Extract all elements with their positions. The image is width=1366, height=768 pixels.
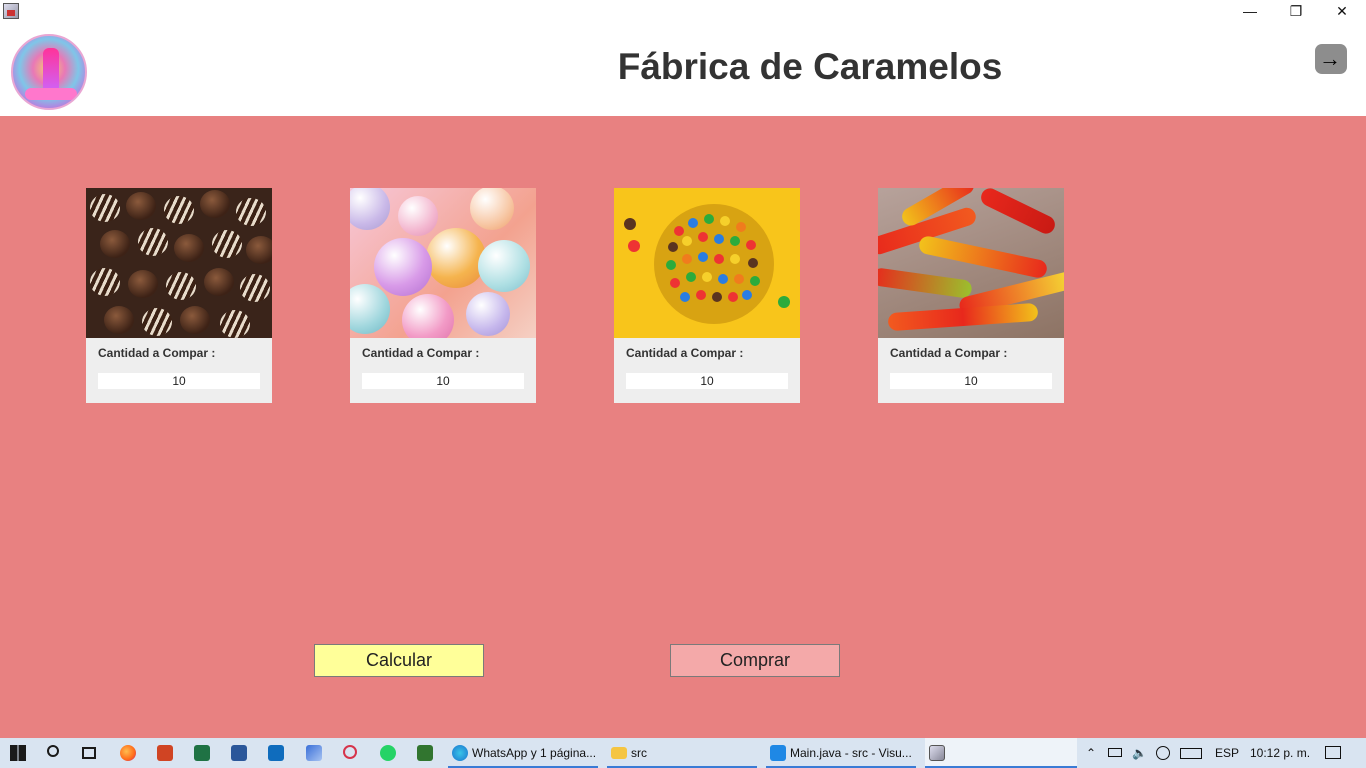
- powerpoint-icon[interactable]: [157, 745, 173, 761]
- quantity-label: Cantidad a Compar :: [362, 346, 480, 360]
- candy-bowl: [654, 204, 774, 324]
- task-vscode[interactable]: Main.java - src - Visu...: [766, 738, 916, 768]
- battery-icon[interactable]: [1108, 748, 1122, 757]
- windows-start-icon[interactable]: [10, 745, 26, 761]
- task-view-icon[interactable]: [82, 747, 96, 759]
- java-app-icon: [3, 3, 19, 19]
- keyboard-icon[interactable]: [1180, 748, 1202, 759]
- close-button[interactable]: ✕: [1319, 0, 1365, 22]
- java-app-icon: [929, 745, 945, 761]
- excel-icon[interactable]: [194, 745, 210, 761]
- notification-icon[interactable]: [1325, 746, 1341, 759]
- product-card-candy-balls: Cantidad a Compar :: [350, 188, 536, 403]
- system-tray: ⌃ 🔈 ESP 10:12 p. m.: [1080, 738, 1366, 768]
- word-icon[interactable]: [231, 745, 247, 761]
- task-label: WhatsApp y 1 página...: [472, 746, 597, 760]
- clock[interactable]: 10:12 p. m.: [1250, 738, 1310, 768]
- network-globe-icon[interactable]: [1156, 746, 1170, 760]
- gummy-worms-image: [878, 188, 1064, 338]
- product-card-gummies: Cantidad a Compar :: [878, 188, 1064, 403]
- quantity-label: Cantidad a Compar :: [890, 346, 1008, 360]
- candy-logo: [11, 34, 87, 110]
- quantity-input-gummies[interactable]: [890, 373, 1052, 389]
- search-icon[interactable]: [47, 745, 59, 757]
- app-window: — ❐ ✕ Fábrica de Caramelos → Cantidad a …: [0, 0, 1366, 738]
- chocolate-image: [86, 188, 272, 338]
- candy-balls-image: [350, 188, 536, 338]
- task-folder-src[interactable]: src: [607, 738, 757, 768]
- quantity-label: Cantidad a Compar :: [98, 346, 216, 360]
- page-title: Fábrica de Caramelos: [617, 46, 1003, 87]
- minimize-button[interactable]: —: [1227, 0, 1273, 22]
- product-card-chocolates: Cantidad a Compar :: [86, 188, 272, 403]
- task-java-app[interactable]: [925, 738, 1077, 768]
- whatsapp-icon[interactable]: [380, 745, 396, 761]
- quantity-input-chocolates[interactable]: [98, 373, 260, 389]
- taskbar: WhatsApp y 1 página... src Main.java - s…: [0, 738, 1366, 768]
- task-label: src: [631, 746, 647, 760]
- app-swirl-icon[interactable]: [343, 745, 357, 759]
- quantity-label: Cantidad a Compar :: [626, 346, 744, 360]
- chevron-up-icon[interactable]: ⌃: [1086, 738, 1096, 768]
- firefox-icon[interactable]: [120, 745, 136, 761]
- header: Fábrica de Caramelos →: [0, 22, 1366, 116]
- arrow-right-icon: →: [1319, 46, 1341, 71]
- quantity-input-candy-balls[interactable]: [362, 373, 524, 389]
- logout-button[interactable]: →: [1315, 44, 1347, 74]
- task-whatsapp[interactable]: WhatsApp y 1 página...: [448, 738, 598, 768]
- mms-image: [614, 188, 800, 338]
- language-indicator[interactable]: ESP: [1215, 738, 1239, 768]
- edge-icon: [452, 745, 468, 761]
- folder-icon: [611, 747, 627, 759]
- quantity-input-mms[interactable]: [626, 373, 788, 389]
- title-bar: — ❐ ✕: [0, 0, 1366, 22]
- calculate-button[interactable]: Calcular: [314, 644, 484, 677]
- outlook-icon[interactable]: [268, 745, 284, 761]
- task-label: Main.java - src - Visu...: [790, 746, 912, 760]
- maximize-button[interactable]: ❐: [1273, 0, 1319, 22]
- main-panel: Cantidad a Compar : Cantidad a Compar :: [0, 116, 1366, 738]
- product-card-mms: Cantidad a Compar :: [614, 188, 800, 403]
- project-icon[interactable]: [417, 745, 433, 761]
- buy-button[interactable]: Comprar: [670, 644, 840, 677]
- virtualbox-icon[interactable]: [306, 745, 322, 761]
- volume-icon[interactable]: 🔈: [1132, 738, 1147, 768]
- vscode-icon: [770, 745, 786, 761]
